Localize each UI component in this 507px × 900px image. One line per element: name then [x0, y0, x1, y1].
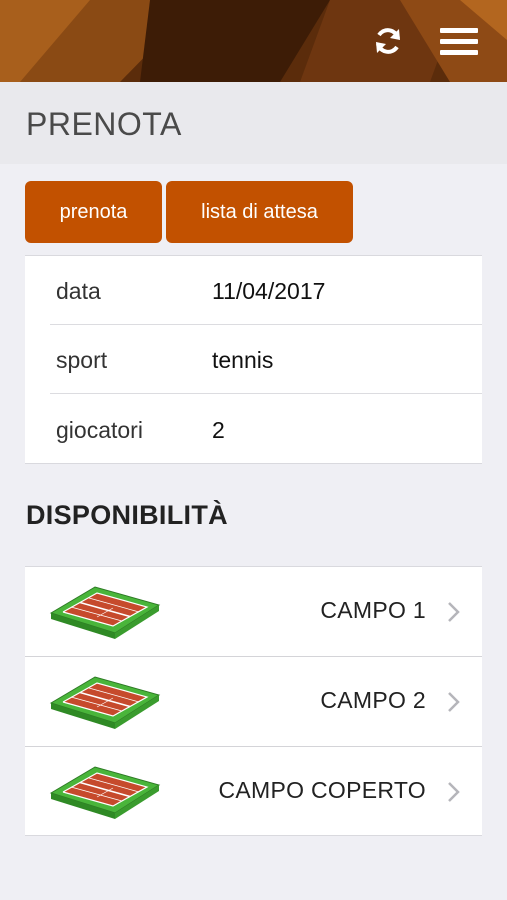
date-value[interactable]: 11/04/2017 — [212, 278, 325, 305]
sport-value[interactable]: tennis — [212, 347, 273, 374]
date-row[interactable]: data 11/04/2017 — [25, 256, 482, 325]
refresh-icon — [376, 28, 400, 54]
tennis-court-icon — [49, 766, 161, 819]
app-header — [0, 0, 507, 82]
chevron-right-icon — [448, 692, 460, 712]
players-row[interactable]: giocatori 2 — [25, 395, 482, 464]
header-background — [0, 0, 507, 82]
players-value[interactable]: 2 — [212, 417, 225, 444]
tennis-court-icon — [49, 676, 161, 729]
availability-title: DISPONIBILITÀ — [26, 500, 228, 530]
sport-label: sport — [56, 347, 108, 373]
menu-bar-icon — [440, 28, 478, 33]
court-item-campo-2[interactable]: CAMPO 2 — [25, 657, 482, 747]
page-title: PRENOTA — [26, 106, 182, 142]
court-item-campo-coperto[interactable]: CAMPO COPERTO — [25, 747, 482, 837]
tennis-court-icon — [49, 586, 161, 639]
refresh-button[interactable] — [371, 24, 405, 58]
menu-bar-icon — [440, 50, 478, 55]
booking-details-card: data 11/04/2017 sport tennis giocatori 2 — [25, 255, 482, 464]
sport-row[interactable]: sport tennis — [25, 325, 482, 394]
players-label: giocatori — [56, 417, 143, 443]
divider — [50, 393, 482, 394]
book-button[interactable]: prenota — [25, 181, 162, 243]
waitlist-button[interactable]: lista di attesa — [166, 181, 353, 243]
court-name: CAMPO 2 — [320, 687, 426, 713]
chevron-right-icon — [448, 602, 460, 622]
court-item-campo-1[interactable]: CAMPO 1 — [25, 567, 482, 657]
chevron-right-icon — [448, 782, 460, 802]
court-name: CAMPO 1 — [320, 597, 426, 623]
date-label: data — [56, 278, 101, 304]
hamburger-menu-button[interactable] — [438, 26, 480, 56]
menu-bar-icon — [440, 39, 478, 44]
courts-list: CAMPO 1 CAMPO 2 CAMPO COPERTO — [25, 566, 482, 836]
court-name: CAMPO COPERTO — [218, 777, 426, 803]
